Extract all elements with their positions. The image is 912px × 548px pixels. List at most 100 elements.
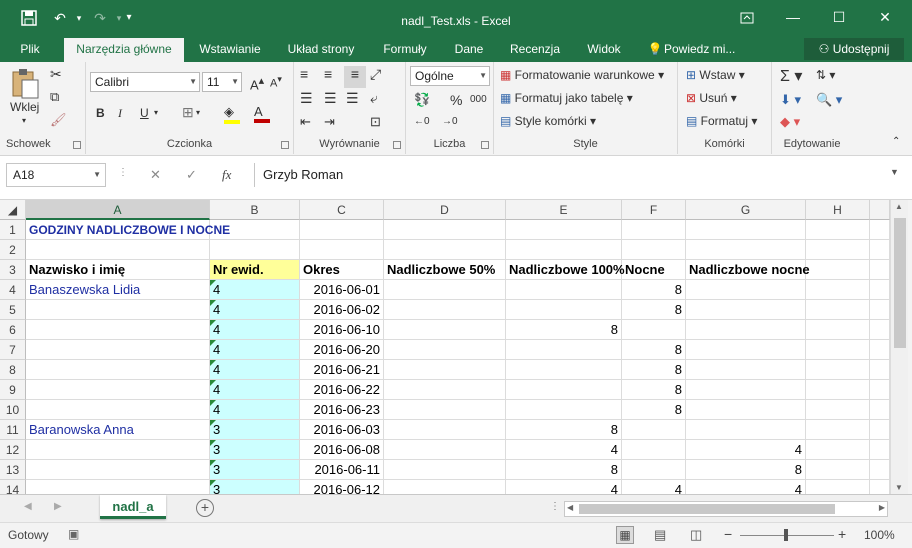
zoom-out-button[interactable]: − (724, 526, 732, 542)
cell-c[interactable]: 2016-06-03 (300, 420, 384, 440)
maximize-icon[interactable]: ☐ (816, 0, 862, 36)
row-header[interactable]: 6 (0, 320, 26, 340)
cell-f[interactable] (622, 440, 686, 460)
find-select-icon[interactable]: 🔍 ▾ (816, 92, 842, 108)
cell-b[interactable]: 3 (210, 420, 300, 440)
cell-g[interactable]: 4 (686, 440, 806, 460)
cell-i[interactable] (870, 320, 890, 340)
cell-a[interactable] (26, 300, 210, 320)
cell-e[interactable] (506, 300, 622, 320)
cell-a[interactable] (26, 320, 210, 340)
copy-icon[interactable]: ⧉ (50, 89, 59, 105)
cell-f[interactable] (622, 320, 686, 340)
cell-b[interactable] (210, 220, 300, 240)
tell-me-box[interactable]: Powiedz mi... (664, 36, 744, 62)
cell-g[interactable] (686, 320, 806, 340)
scroll-up-icon[interactable]: ▲ (895, 202, 903, 211)
collapse-ribbon-icon[interactable]: ⌃ (892, 136, 900, 147)
cell-c[interactable]: 2016-06-20 (300, 340, 384, 360)
cell-h[interactable] (806, 260, 870, 280)
cell-g[interactable] (686, 340, 806, 360)
undo-dropdown-icon[interactable]: ▾ (72, 0, 86, 36)
font-size-select[interactable]: 11 ▼ (202, 72, 242, 92)
fill-icon[interactable]: ⬇ ▾ (780, 92, 801, 108)
cell-i[interactable] (870, 380, 890, 400)
cell-b[interactable]: 3 (210, 480, 300, 494)
cell-e[interactable] (506, 400, 622, 420)
enter-icon[interactable]: ✓ (186, 167, 197, 183)
cell-d[interactable] (384, 440, 506, 460)
cell-d[interactable] (384, 300, 506, 320)
cell-a[interactable] (26, 460, 210, 480)
cell-a[interactable] (26, 400, 210, 420)
previous-sheet-icon[interactable]: ◀ (24, 501, 32, 512)
delete-cells-button[interactable]: ⊠ Usuń ▾ (686, 91, 737, 105)
align-middle-icon[interactable]: ≡ (324, 66, 344, 86)
clear-icon[interactable]: ◆ ▾ (780, 114, 800, 130)
cancel-icon[interactable]: ✕ (150, 167, 161, 183)
percent-button[interactable]: % (450, 92, 462, 108)
cell-d[interactable]: Nadliczbowe 50% (384, 260, 506, 280)
cell-i[interactable] (870, 240, 890, 260)
error-indicator-icon[interactable] (210, 340, 216, 346)
cell-d[interactable] (384, 420, 506, 440)
cell-i[interactable] (870, 300, 890, 320)
tab-file[interactable]: Plik (10, 36, 50, 62)
cell-b[interactable]: 4 (210, 360, 300, 380)
alignment-dialog-launcher-icon[interactable] (393, 141, 401, 149)
cell-i[interactable] (870, 400, 890, 420)
cell-d[interactable] (384, 220, 506, 240)
row-header[interactable]: 2 (0, 240, 26, 260)
paste-label[interactable]: Wklej (10, 100, 39, 114)
scroll-left-icon[interactable]: ◀ (567, 503, 573, 512)
conditional-formatting-button[interactable]: ▦ Formatowanie warunkowe ▾ (500, 68, 664, 82)
cell-i[interactable] (870, 420, 890, 440)
cell-h[interactable] (806, 360, 870, 380)
borders-icon[interactable]: ⊞ (182, 104, 194, 121)
cell-d[interactable] (384, 460, 506, 480)
italic-button[interactable]: I (118, 106, 122, 121)
decrease-indent-icon[interactable]: ⇤ (300, 114, 311, 130)
cell-i[interactable] (870, 340, 890, 360)
cell-a[interactable] (26, 440, 210, 460)
cell-a[interactable] (26, 360, 210, 380)
cell-e[interactable] (506, 240, 622, 260)
cell-h[interactable] (806, 300, 870, 320)
cell-b[interactable]: 4 (210, 320, 300, 340)
cell-g[interactable] (686, 220, 806, 240)
cell-h[interactable] (806, 280, 870, 300)
cell-e[interactable] (506, 220, 622, 240)
cell-f[interactable]: 8 (622, 400, 686, 420)
cell-h[interactable] (806, 220, 870, 240)
cell-h[interactable] (806, 380, 870, 400)
customize-toolbar-icon[interactable]: ▾ (120, 0, 138, 36)
align-bottom-icon[interactable]: ≡ (344, 66, 366, 88)
cell-h[interactable] (806, 480, 870, 494)
cell-i[interactable] (870, 440, 890, 460)
row-header[interactable]: 10 (0, 400, 26, 420)
cell-e[interactable]: 4 (506, 440, 622, 460)
cell-a[interactable] (26, 380, 210, 400)
expand-formula-bar-icon[interactable]: ▼ (890, 167, 899, 177)
cell-c[interactable]: 2016-06-02 (300, 300, 384, 320)
cell-b[interactable]: 3 (210, 460, 300, 480)
cell-h[interactable] (806, 340, 870, 360)
align-center-icon[interactable]: ☰ (324, 90, 337, 107)
currency-icon[interactable]: 💱 (414, 92, 430, 108)
cell-b[interactable]: Nr ewid. (210, 260, 300, 280)
horizontal-scrollbar[interactable]: ◀ ▶ (564, 501, 888, 517)
column-header[interactable]: B (210, 200, 300, 220)
orientation-icon[interactable]: ⤢ (370, 66, 381, 83)
column-header[interactable]: C (300, 200, 384, 220)
cell-e[interactable] (506, 340, 622, 360)
share-button[interactable]: ⚇ Udostępnij (804, 38, 904, 60)
number-format-select[interactable]: Ogólne ▼ (410, 66, 490, 86)
cell-f[interactable]: 4 (622, 480, 686, 494)
cell-g[interactable] (686, 380, 806, 400)
tab-formulas[interactable]: Formuły (374, 36, 436, 62)
font-name-select[interactable]: Calibri ▼ (90, 72, 200, 92)
cell-f[interactable]: 8 (622, 360, 686, 380)
cell-e[interactable]: 8 (506, 420, 622, 440)
column-header[interactable]: F (622, 200, 686, 220)
cell-f[interactable] (622, 420, 686, 440)
